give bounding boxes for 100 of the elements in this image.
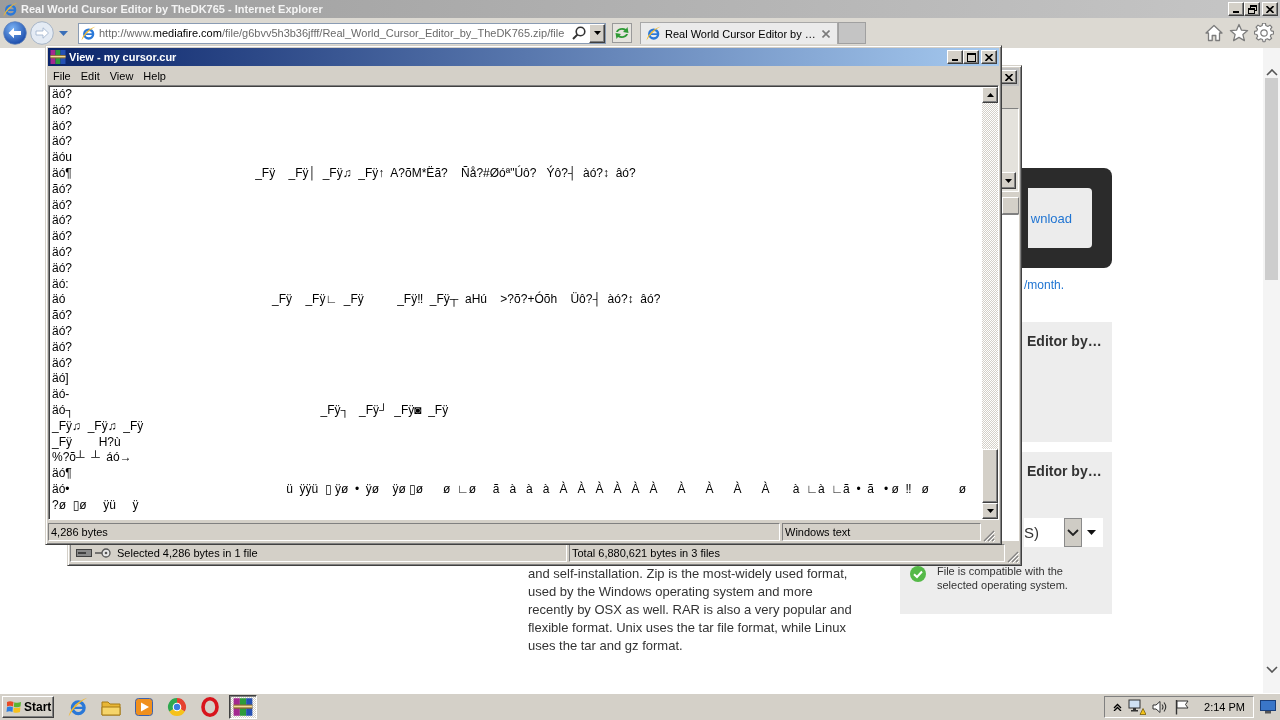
- dropdown-button[interactable]: [589, 23, 605, 43]
- search-icon[interactable]: [572, 26, 586, 40]
- text-line: _Fÿ♫ _Fÿ♫ _Fÿ: [52, 418, 144, 435]
- text-line: äó?: [52, 213, 73, 230]
- desktop-icon[interactable]: [1260, 700, 1276, 714]
- format-description: and self-installation. Zip is the most-widely used format, used by the Windows operating system and more recently by OSX as well. RAR is also a very popular and flexible format. Unix uses the tar file format, while Linux uses the tar and gz format.: [528, 565, 853, 655]
- menu-item[interactable]: File: [48, 69, 76, 82]
- caret-icon: [58, 30, 68, 36]
- home-icon[interactable]: [1204, 23, 1224, 43]
- close-button[interactable]: [981, 50, 997, 64]
- check-icon: [910, 566, 926, 582]
- scrollbar[interactable]: [1263, 48, 1280, 693]
- up-arrow-icon: [986, 93, 994, 97]
- compatibility-button[interactable]: [612, 23, 632, 43]
- clock[interactable]: 2:14 PM: [1204, 701, 1245, 713]
- forward-icon: [30, 21, 54, 45]
- drive-icon: [76, 549, 92, 557]
- column-header[interactable]: [1002, 197, 1019, 214]
- address-field[interactable]: http://www.mediafire.com/file/g6bvv5h3b36jfff/Real_World_Cursor_Editor_by_TheDK765.zip/file: [78, 22, 606, 44]
- chevron-down-icon[interactable]: [1265, 666, 1278, 673]
- close-icon: [1005, 73, 1013, 81]
- ring-logo-icon: [81, 25, 96, 41]
- scroll-thumb[interactable]: [982, 449, 998, 503]
- close-icon: [985, 53, 993, 61]
- text-line: ãó?: [52, 308, 73, 324]
- books-icon: [50, 49, 66, 65]
- chevron-up-icon[interactable]: [1113, 703, 1123, 711]
- text-line: äó┐ _Fÿ┐ _Fÿ┘ _Fÿ◙ _Fÿ: [52, 402, 449, 419]
- scroll-thumb[interactable]: [1265, 78, 1278, 280]
- text-line: äó]: [52, 371, 69, 388]
- ring-logo-icon: [3, 1, 18, 17]
- text-line: äó?: [52, 134, 73, 151]
- back-button[interactable]: [3, 21, 27, 45]
- browser-tab[interactable]: Real World Cursor Editor by …: [640, 22, 838, 44]
- resize-grip-icon[interactable]: [1007, 551, 1019, 563]
- text-line: äó?: [52, 244, 73, 261]
- menu-item[interactable]: Edit: [75, 69, 105, 82]
- minimize-button[interactable]: [1228, 2, 1244, 16]
- text-line: äó¶ _Fÿ _Fÿ│ _Fÿ♫ _Fÿ↑ A?õM*Ëã? Ñå?#Øóª"Úô? Ýô?┤ àó?↕ âó?: [52, 166, 636, 182]
- minimize-button[interactable]: [947, 50, 963, 64]
- restore-button[interactable]: [1244, 2, 1260, 16]
- segmented-circle-icon: [167, 697, 187, 717]
- ring-logo-icon: [646, 26, 661, 41]
- windows-flag-icon: [6, 700, 22, 714]
- text-line: äó¶: [52, 466, 72, 482]
- speaker-icon[interactable]: [1152, 699, 1169, 715]
- panel-heading: Editor by…: [1027, 463, 1102, 479]
- window-title: Real World Cursor Editor by TheDK765 - Internet Explorer: [21, 3, 324, 15]
- minimize-icon: [952, 59, 958, 61]
- scroll-up-button[interactable]: [982, 87, 998, 103]
- flag-icon[interactable]: [1174, 699, 1191, 715]
- text-line: äó?: [52, 260, 73, 277]
- close-button[interactable]: [1262, 2, 1278, 16]
- down-arrow-icon: [986, 509, 994, 513]
- text-line: äó• ü ÿÿü ▯ ÿø • ÿø ÿø ▯ø ø ∟ø ã à à à À À À À À À À À À À à ∟à ∟ã • ã • ø ‼ ø ø: [52, 481, 967, 498]
- text-line: äó?: [52, 197, 73, 214]
- select-toggle[interactable]: [1064, 518, 1082, 547]
- text-line: %?õ┴ ┴ áó→: [52, 450, 132, 467]
- text-line: äó?: [52, 355, 73, 372]
- text-line: äó?: [52, 323, 73, 340]
- disc-icon: [95, 548, 111, 558]
- down-arrow-icon: [1004, 178, 1012, 183]
- star-icon[interactable]: [1229, 23, 1249, 43]
- maximize-button[interactable]: [963, 50, 979, 64]
- text-line: ?ø ▯ø ÿü ÿ: [52, 497, 139, 514]
- close-icon: [1266, 5, 1274, 13]
- text-line: ãó?: [52, 181, 73, 198]
- os-select[interactable]: S): [1024, 518, 1103, 547]
- text-line: äó?: [52, 339, 73, 356]
- scrollbar[interactable]: [982, 87, 998, 519]
- caret-icon: [1087, 530, 1096, 535]
- scroll-down-button[interactable]: [982, 503, 998, 519]
- pricing-link[interactable]: /month.: [1024, 277, 1065, 293]
- chevron-down-icon: [1067, 529, 1079, 536]
- minimize-icon: [1233, 11, 1239, 13]
- arrows-icon: [614, 26, 630, 40]
- text-line: äó?: [52, 229, 73, 245]
- maximize-icon: [966, 52, 976, 62]
- folder-icon: [101, 698, 121, 716]
- start-button[interactable]: Start: [2, 696, 54, 718]
- download-button[interactable]: wnload: [1028, 188, 1092, 248]
- text-line: äó-: [52, 387, 70, 403]
- settings-icon[interactable]: [1254, 23, 1274, 43]
- resize-grip-icon[interactable]: [983, 530, 995, 542]
- compatibility-note: File is compatible with the selected operating system.: [937, 564, 1069, 592]
- text-line: äóu: [52, 150, 73, 166]
- chevron-up-icon[interactable]: [1265, 69, 1278, 76]
- down-arrow-icon: [593, 31, 601, 35]
- status-text: Windows text: [782, 523, 981, 541]
- close-icon[interactable]: [822, 29, 830, 38]
- panel-heading: Editor by…: [1027, 333, 1102, 349]
- status-text: 4,286 bytes: [48, 523, 780, 541]
- text-line: äó?: [52, 102, 73, 119]
- taskbar-button[interactable]: [229, 695, 257, 719]
- back-icon: [3, 21, 27, 45]
- menu-item[interactable]: Help: [138, 69, 171, 82]
- books-icon: [233, 697, 253, 717]
- network-icon[interactable]: [1128, 699, 1147, 715]
- window-title: View - my cursor.cur: [69, 51, 177, 63]
- menu-item[interactable]: View: [104, 69, 139, 82]
